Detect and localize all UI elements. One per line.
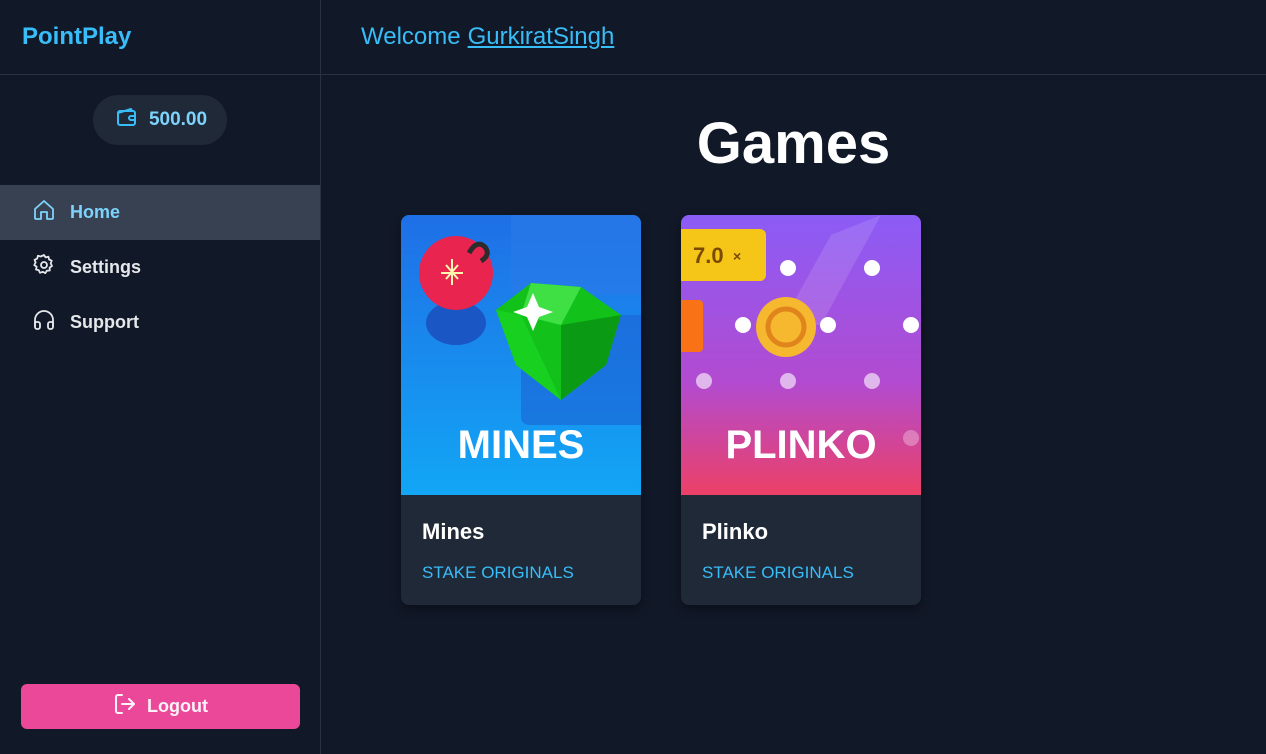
sidebar-item-label: Support — [70, 312, 139, 332]
game-category: STAKE ORIGINALS — [422, 563, 574, 582]
home-icon — [32, 198, 56, 227]
welcome-text: Welcome — [361, 23, 461, 50]
mines-thumb-text: MINES — [458, 423, 585, 467]
plinko-thumb-text: PLINKO — [725, 423, 876, 467]
gear-icon — [32, 253, 56, 282]
logout-button[interactable]: Logout — [21, 684, 300, 729]
games-grid: MINES Mines STAKE ORIGINALS 7.0 × PLINKO… — [401, 215, 921, 605]
game-category: STAKE ORIGINALS — [702, 563, 854, 582]
mines-thumbnail: MINES — [401, 215, 641, 495]
game-title: Mines — [422, 519, 485, 544]
main-content: Games MINES Mines STAKE ORIGINALS 7.0 × … — [321, 76, 1266, 754]
game-title: Plinko — [702, 519, 769, 544]
svg-text:×: × — [733, 248, 741, 264]
game-card-plinko[interactable]: 7.0 × PLINKO Plinko STAKE ORIGINALS — [681, 215, 921, 605]
sidebar-nav: Home Settings Support — [0, 185, 320, 350]
game-card-mines[interactable]: MINES Mines STAKE ORIGINALS — [401, 215, 641, 605]
wallet-icon — [115, 105, 139, 135]
sidebar-item-settings[interactable]: Settings — [0, 240, 320, 295]
brand-logo[interactable]: PointPlay — [0, 0, 320, 75]
sidebar-item-label: Settings — [70, 257, 142, 277]
logout-label: Logout — [147, 696, 208, 716]
logout-icon — [113, 692, 137, 721]
username-link[interactable]: GurkiratSingh — [468, 23, 615, 51]
wallet-balance[interactable]: 500.00 — [92, 95, 228, 145]
top-header: Welcome GurkiratSingh — [321, 0, 1266, 75]
sidebar-item-support[interactable]: Support — [0, 295, 320, 350]
plinko-thumbnail: 7.0 × PLINKO — [681, 215, 921, 495]
sidebar: PointPlay 500.00 Home Settings Support L… — [0, 0, 321, 754]
plinko-multiplier: 7.0 — [693, 243, 724, 268]
headphones-icon — [32, 308, 56, 337]
sidebar-item-home[interactable]: Home — [0, 185, 320, 240]
sidebar-item-label: Home — [70, 202, 121, 222]
page-title: Games — [696, 111, 891, 176]
balance-amount: 500.00 — [148, 109, 208, 130]
